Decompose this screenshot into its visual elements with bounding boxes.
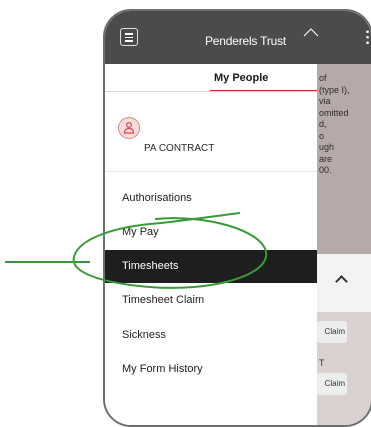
background-stray-text: T: [319, 358, 325, 368]
sidebar-item-my-pay[interactable]: My Pay: [105, 216, 317, 249]
sidebar-item-my-form-history[interactable]: My Form History: [105, 353, 317, 386]
logo-roof-icon: [303, 28, 319, 37]
tab-my-people[interactable]: My People: [214, 72, 268, 84]
profile-divider: [105, 171, 317, 172]
sidebar-item-authorisations[interactable]: Authorisations: [105, 182, 317, 215]
user-icon[interactable]: [118, 117, 140, 139]
brand-logo: Penderels Trust: [205, 34, 287, 48]
sidebar-item-timesheet-claim[interactable]: Timesheet Claim: [105, 284, 317, 317]
profile-name: PA CONTRACT: [144, 143, 215, 154]
navigation-drawer: My People PA CONTRACT Authorisations My …: [105, 64, 317, 425]
background-text: of (type I), via omitted d, o ugh are 00…: [319, 73, 350, 175]
sidebar-item-timesheets[interactable]: Timesheets: [105, 250, 317, 283]
claim-button[interactable]: Claim: [317, 321, 347, 343]
kebab-menu-icon[interactable]: [366, 29, 369, 45]
sidebar-item-sickness[interactable]: Sickness: [105, 319, 317, 352]
claim-button[interactable]: Claim: [317, 373, 347, 395]
hamburger-menu-icon[interactable]: [120, 28, 138, 46]
tab-divider: [105, 91, 317, 92]
phone-frame: Penderels Trust of (type I), via omitted…: [103, 9, 371, 427]
app-header: Penderels Trust: [105, 11, 371, 64]
